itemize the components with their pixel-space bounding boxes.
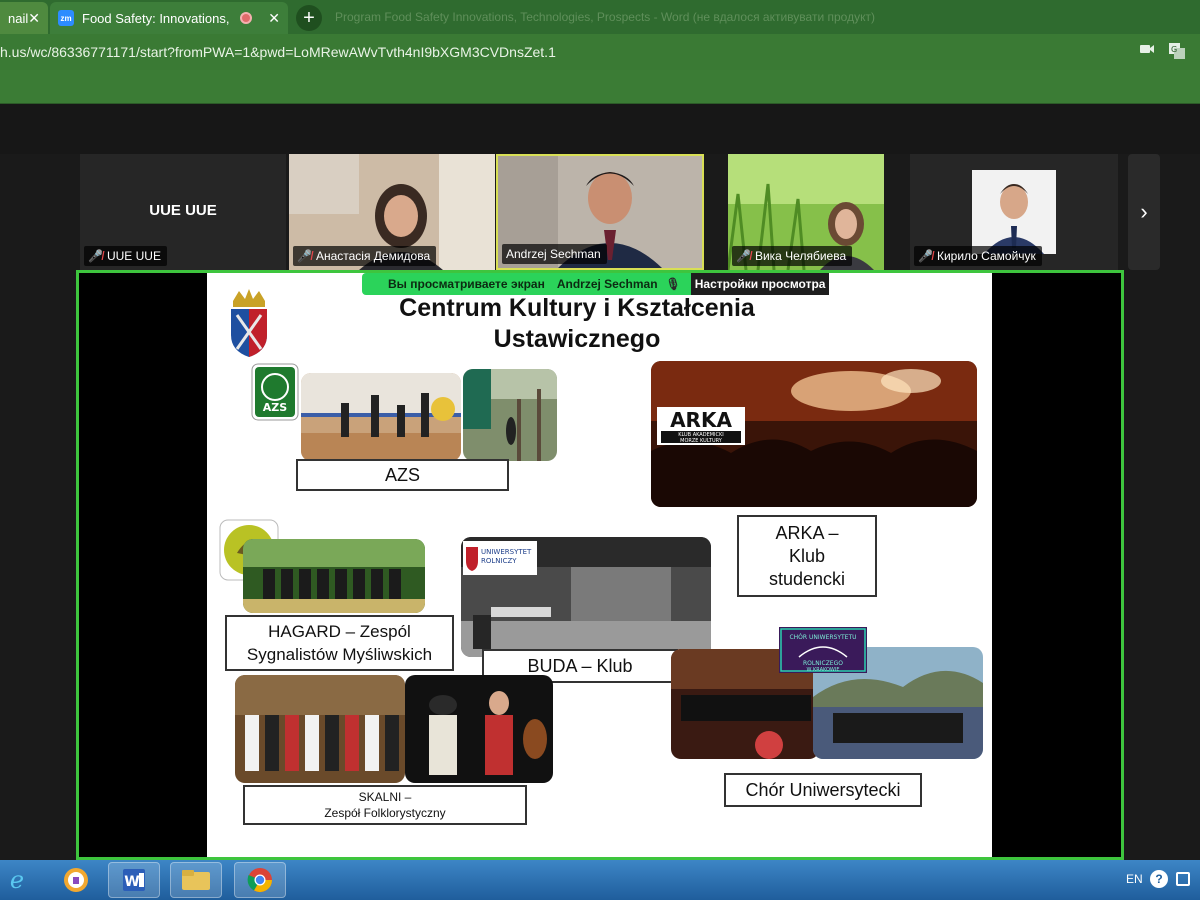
tab-email-label: nail <box>8 10 29 26</box>
caption-line: ARKA – <box>775 522 839 543</box>
chor-logo: CHÓR UNIWERSYTETU ROLNICZEGO W KRAKOWIE <box>779 627 867 673</box>
participant-name-tag: Andrzej Sechman <box>502 244 607 264</box>
participant-name: UUE UUE <box>106 249 161 263</box>
vpn-shield-icon[interactable] <box>50 862 102 898</box>
participant-name-tag: 🎤̸ Кирило Самойчук <box>914 246 1042 266</box>
mic-icon: 🎙 <box>665 277 681 291</box>
svg-text:W: W <box>124 874 139 890</box>
arka-logo: ARKA KLUB AKADEMICKI MORZE KULTURY <box>657 407 745 445</box>
caption-chor: Chór Uniwersytecki <box>724 773 922 807</box>
participant-tile-active[interactable]: Andrzej Sechman <box>496 154 704 270</box>
participant-tile[interactable]: 🎤̸ Анастасія Демидова <box>289 154 495 270</box>
chor-logo-text: ROLNICZEGO <box>803 660 843 667</box>
azs-logo: AZS <box>251 363 299 421</box>
arka-logo-text: ARKA <box>670 408 732 432</box>
muted-mic-icon: 🎤̸ <box>297 249 312 263</box>
new-tab-button[interactable]: + <box>296 5 322 31</box>
chrome-icon[interactable] <box>234 862 286 898</box>
participant-avatar <box>972 170 1056 254</box>
ie-icon[interactable]: e <box>0 862 34 898</box>
svg-text:G: G <box>1171 45 1177 54</box>
file-explorer-icon[interactable] <box>170 862 222 898</box>
caption-skalni: SKALNI – Zespół Folklorystyczny <box>243 785 527 825</box>
caption-hagard: HAGARD – Zespól Sygnalistów Myśliwskich <box>225 615 454 671</box>
arka-logo-subtext: MORZE KULTURY <box>680 438 723 444</box>
caption-line: studencki <box>768 568 846 589</box>
muted-mic-icon: 🎤̸ <box>88 249 103 263</box>
windows-taskbar: e W EN ? <box>0 860 1200 900</box>
chor-logo-text: CHÓR UNIWERSYTETU <box>789 634 856 641</box>
hagard-group-photo <box>243 539 425 613</box>
camera-icon[interactable] <box>1136 42 1158 62</box>
view-options-button[interactable]: Настройки просмотра <box>690 273 830 295</box>
caption-line: SKALNI – <box>358 790 412 804</box>
meeting-header <box>0 104 1200 154</box>
viewing-text: Вы просматриваете экран <box>388 277 545 291</box>
participant-name: Вика Челябиева <box>754 249 847 263</box>
slide-title-line: Centrum Kultury i Kształcenia <box>399 294 755 322</box>
viewing-screen-label: Вы просматриваете экран Andrzej Sechman … <box>362 273 691 295</box>
tab-food-safety-label: Food Safety: Innovations, Tec <box>82 10 232 26</box>
azs-volleyball-photo <box>301 373 461 461</box>
participant-name-tag: 🎤̸ UUE UUE <box>84 246 167 266</box>
window-title: Program Food Safety Innovations, Technol… <box>335 10 875 24</box>
participant-name-tag: 🎤̸ Вика Челябиева <box>732 246 853 266</box>
address-bar: h.us/wc/86336771171/start?fromPWA=1&pwd=… <box>0 34 1200 70</box>
participant-tile[interactable]: 🎤̸ Вика Челябиева <box>728 154 884 270</box>
browser-tab-strip: nail ✕ zm Food Safety: Innovations, Tec … <box>0 0 1200 34</box>
buda-logo-text: ROLNICZY <box>481 557 517 565</box>
participant-name: Анастасія Демидова <box>315 249 431 263</box>
caption-azs: AZS <box>296 459 509 491</box>
muted-mic-icon: 🎤̸ <box>918 249 933 263</box>
university-crest-logo <box>231 289 267 357</box>
close-icon[interactable]: ✕ <box>28 10 40 27</box>
next-participants-button[interactable]: › <box>1128 154 1160 270</box>
azs-runner-photo <box>463 369 557 461</box>
caption-arka: ARKA – Klub studencki <box>737 515 877 597</box>
chor-logo-text: W KRAKOWIE <box>806 667 839 673</box>
participant-name: Кирило Самойчук <box>936 249 1036 263</box>
caption-line: Klub <box>788 545 826 566</box>
url-field[interactable]: h.us/wc/86336771171/start?fromPWA=1&pwd=… <box>0 44 556 60</box>
slide-title: Centrum Kultury i Kształcenia Ustawiczne… <box>357 293 797 355</box>
tray-overflow-icon[interactable] <box>1176 872 1190 886</box>
skalni-musicians-photo <box>405 675 553 783</box>
browser-toolbar <box>0 70 1200 104</box>
tab-food-safety[interactable]: zm Food Safety: Innovations, Tec ✕ <box>50 2 288 34</box>
caption-line: Sygnalistów Myśliwskich <box>246 645 433 664</box>
buda-logo-text: UNIWERSYTET <box>481 548 532 556</box>
help-icon[interactable]: ? <box>1150 870 1168 888</box>
tab-email[interactable]: nail ✕ <box>0 2 48 34</box>
zoom-icon: zm <box>58 10 74 26</box>
presenter-name: Andrzej Sechman <box>556 277 658 291</box>
svg-text:e: e <box>10 866 24 894</box>
participant-strip: UUE UUE 🎤̸ UUE UUE 🎤̸ Анастасія Демидова <box>0 154 1200 270</box>
translate-icon[interactable]: G <box>1166 42 1188 62</box>
uniwersytet-rolniczy-logo: UNIWERSYTET ROLNICZY <box>463 541 537 575</box>
chevron-right-icon: › <box>1140 199 1148 224</box>
slide-title-line: Ustawicznego <box>493 325 661 353</box>
participant-name: Andrzej Sechman <box>506 247 601 261</box>
participant-display-name: UUE UUE <box>149 202 217 219</box>
shared-slide: Centrum Kultury i Kształcenia Ustawiczne… <box>207 273 992 857</box>
screen-share-banner: Вы просматриваете экран Andrzej Sechman … <box>362 273 830 295</box>
participant-tile[interactable]: UUE UUE 🎤̸ UUE UUE <box>80 154 286 270</box>
caption-line: HAGARD – Zespól <box>268 622 411 641</box>
recording-icon <box>240 12 252 24</box>
word-icon[interactable]: W <box>108 862 160 898</box>
close-icon[interactable]: ✕ <box>268 10 280 27</box>
participant-name-tag: 🎤̸ Анастасія Демидова <box>293 246 437 266</box>
azs-logo-text: AZS <box>263 401 287 414</box>
muted-mic-icon: 🎤̸ <box>736 249 751 263</box>
caption-line: Zespół Folklorystyczny <box>324 806 446 820</box>
language-indicator[interactable]: EN <box>1126 872 1143 886</box>
participant-tile[interactable]: 🎤̸ Кирило Самойчук <box>910 154 1118 270</box>
skalni-folk-photo <box>235 675 405 783</box>
